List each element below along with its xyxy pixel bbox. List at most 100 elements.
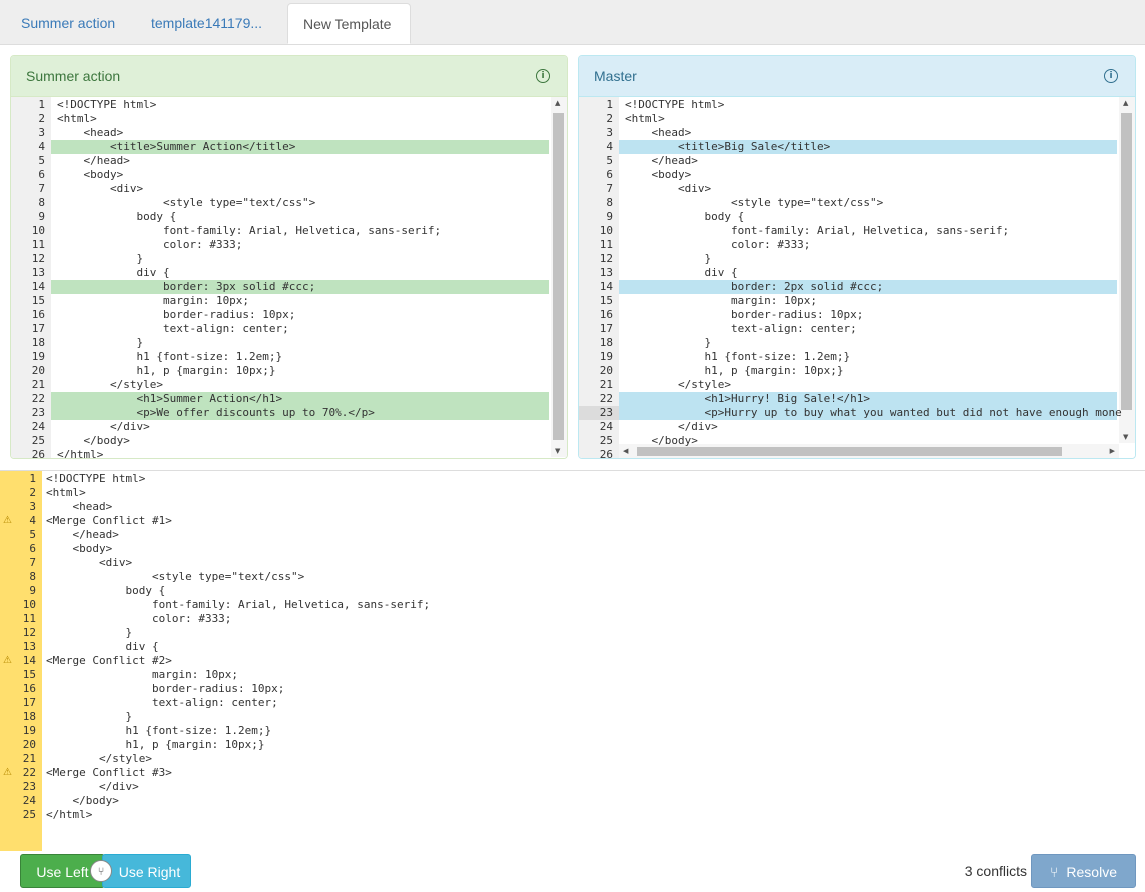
scroll-left-icon[interactable]: ◀ — [623, 447, 628, 455]
line-number: 16 — [599, 308, 613, 321]
line-number: 10 — [22, 598, 36, 611]
line-number: 12 — [599, 252, 613, 265]
line-number: 19 — [599, 350, 613, 363]
line-number: 12 — [22, 626, 36, 639]
code-line: font-family: Arial, Helvetica, sans-seri… — [57, 224, 442, 237]
code-line: div { — [46, 640, 159, 653]
code-line: <h1>Hurry! Big Sale!</h1> — [625, 392, 871, 405]
code-line: <Merge Conflict #2> — [46, 654, 172, 667]
merged-code-editor[interactable]: 1 <!DOCTYPE html> 2 <html> 3 <head> 4 ⚠ <Merge … — [0, 470, 1145, 851]
right-panel-title: Master — [594, 68, 637, 84]
scrollbar-thumb[interactable] — [1121, 113, 1132, 410]
code-line: } — [625, 336, 712, 349]
line-number: 9 — [29, 584, 36, 597]
warning-icon[interactable]: ⚠ — [3, 767, 12, 778]
scroll-down-icon[interactable]: ▼ — [1123, 433, 1128, 441]
left-code-editor[interactable]: ▲ ▼ 1 <!DOCTYPE html> 2 <html> 3 <head> 4 <ti… — [11, 97, 567, 458]
code-line: h1 {font-size: 1.2em;} — [46, 724, 272, 737]
line-number: 4 — [606, 140, 613, 153]
info-icon[interactable]: i — [536, 69, 550, 83]
code-line: text-align: center; — [46, 696, 278, 709]
code-line: </body> — [57, 434, 130, 447]
line-number: 20 — [31, 364, 45, 377]
line-number: 11 — [31, 238, 45, 251]
line-number: 2 — [29, 486, 36, 499]
scrollbar-thumb[interactable] — [637, 447, 1062, 456]
code-line: text-align: center; — [57, 322, 289, 335]
line-number: 24 — [22, 794, 36, 807]
code-line: color: #333; — [57, 238, 243, 251]
code-line: </style> — [46, 752, 152, 765]
code-line: <!DOCTYPE html> — [46, 472, 146, 485]
line-number: 1 — [29, 472, 36, 485]
footer-toolbar: Use Left Use Right ⑂ 3 conflicts ⑂ Resolv… — [0, 850, 1145, 892]
line-number: 10 — [31, 224, 45, 237]
use-right-button[interactable]: Use Right — [102, 854, 191, 888]
line-number: 14 — [599, 280, 613, 293]
code-line: } — [57, 252, 144, 265]
code-line: <html> — [57, 112, 97, 125]
tab-template[interactable]: template141179... — [136, 3, 284, 44]
line-number: 2 — [606, 112, 613, 125]
code-line: </div> — [46, 780, 139, 793]
code-line: <div> — [57, 182, 144, 195]
code-line: <Merge Conflict #3> — [46, 766, 172, 779]
resolve-label: Resolve — [1066, 864, 1117, 880]
conflict-count: 3 conflicts — [964, 863, 1027, 879]
right-code-editor[interactable]: ▲ ▼ ◀ ▶ 1 <!DOCTYPE html> 2 <html> 3 <head> 4… — [579, 97, 1135, 458]
scroll-up-icon[interactable]: ▲ — [1123, 99, 1128, 107]
scrollbar-thumb[interactable] — [553, 113, 564, 440]
code-line: <html> — [625, 112, 665, 125]
line-number: 1 — [38, 98, 45, 111]
code-line: </head> — [57, 154, 130, 167]
line-number: 21 — [599, 378, 613, 391]
code-line: <body> — [625, 168, 692, 181]
code-line: <p>Hurry up to buy what you wanted but d… — [625, 406, 1122, 419]
line-number: 25 — [599, 434, 613, 447]
code-line: </div> — [57, 420, 150, 433]
tab-new-template[interactable]: New Template — [287, 3, 411, 44]
line-number: 3 — [38, 126, 45, 139]
code-line: <head> — [625, 126, 692, 139]
code-line: } — [625, 252, 712, 265]
code-line: <!DOCTYPE html> — [625, 98, 725, 111]
use-left-label: Use Left — [36, 864, 89, 880]
line-number: 2 — [38, 112, 45, 125]
code-line: body { — [57, 210, 177, 223]
info-icon[interactable]: i — [1104, 69, 1118, 83]
code-line: <h1>Summer Action</h1> — [57, 392, 283, 405]
branch-icon: ⑂ — [1050, 865, 1059, 881]
code-line: <style type="text/css"> — [625, 196, 884, 209]
line-number: 7 — [29, 556, 36, 569]
line-number: 26 — [599, 448, 613, 458]
line-number: 21 — [22, 752, 36, 765]
code-line: <style type="text/css"> — [57, 196, 316, 209]
line-number: 5 — [38, 154, 45, 167]
code-line: h1, p {margin: 10px;} — [57, 364, 276, 377]
warning-icon[interactable]: ⚠ — [3, 655, 12, 666]
line-number: 9 — [38, 210, 45, 223]
code-line: div { — [57, 266, 170, 279]
line-number: 25 — [22, 808, 36, 821]
warning-icon[interactable]: ⚠ — [3, 515, 12, 526]
vertical-scrollbar[interactable]: ▲ ▼ — [551, 97, 567, 457]
code-line: font-family: Arial, Helvetica, sans-seri… — [625, 224, 1010, 237]
code-line: <Merge Conflict #1> — [46, 514, 172, 527]
code-line: font-family: Arial, Helvetica, sans-seri… — [46, 598, 431, 611]
use-right-label: Use Right — [118, 864, 181, 880]
scroll-up-icon[interactable]: ▲ — [555, 99, 560, 107]
line-number: 13 — [599, 266, 613, 279]
code-line: </head> — [46, 528, 119, 541]
line-number: 7 — [606, 182, 613, 195]
tab-summer-action[interactable]: Summer action — [6, 3, 132, 44]
vertical-scrollbar[interactable]: ▲ ▼ — [1119, 97, 1135, 443]
line-number: 8 — [606, 196, 613, 209]
line-number: 3 — [29, 500, 36, 513]
line-number: 23 — [599, 406, 613, 419]
line-number: 6 — [29, 542, 36, 555]
line-number: 24 — [31, 420, 45, 433]
scroll-down-icon[interactable]: ▼ — [555, 447, 560, 455]
resolve-button[interactable]: ⑂ Resolve — [1031, 854, 1136, 888]
scroll-right-icon[interactable]: ▶ — [1110, 447, 1115, 455]
line-number: 13 — [22, 640, 36, 653]
